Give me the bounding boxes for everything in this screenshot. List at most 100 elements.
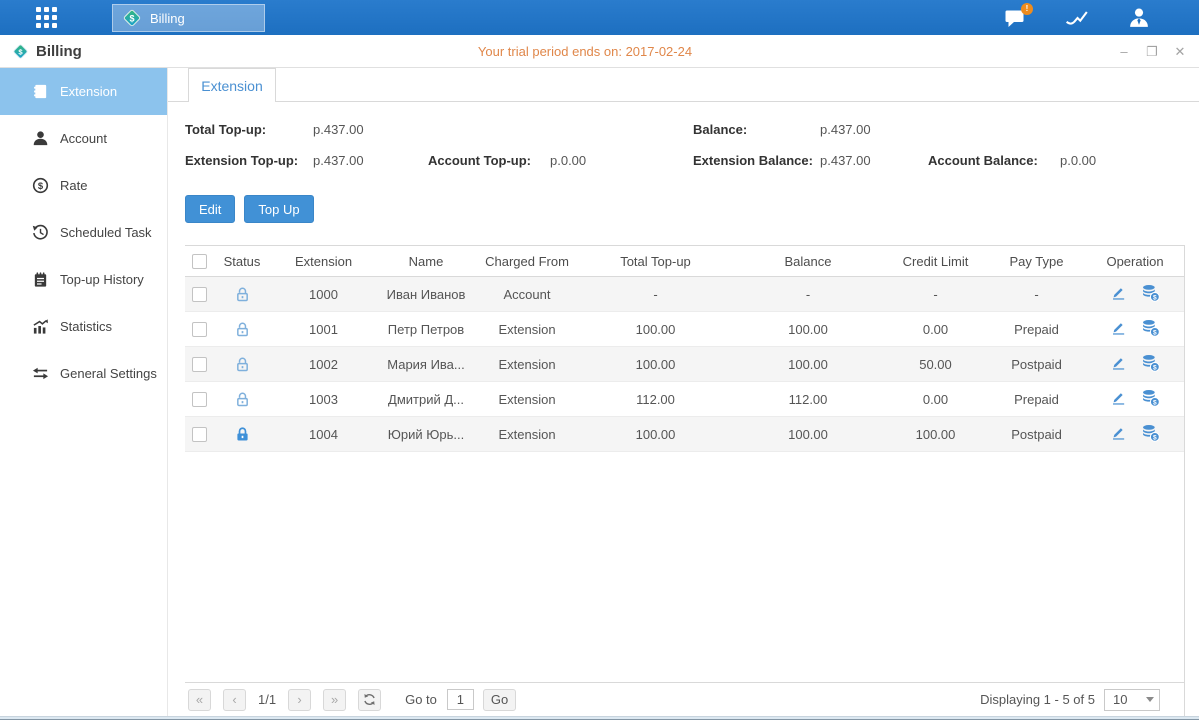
cell-charged-from: Extension [476, 427, 578, 442]
column-total-topup[interactable]: Total Top-up [578, 254, 733, 269]
cell-pay-type: Postpaid [988, 357, 1085, 372]
notepad-icon [31, 271, 49, 289]
row-checkbox[interactable] [192, 357, 207, 372]
row-checkbox[interactable] [192, 427, 207, 442]
go-button[interactable]: Go [483, 689, 516, 711]
billing-summary: Total Top-up: р.437.00 Balance: р.437.00… [168, 112, 1199, 192]
table-row[interactable]: 1001 Петр Петров Extension 100.00 100.00… [185, 312, 1184, 347]
minimize-icon[interactable]: – [1117, 45, 1131, 58]
svg-text:$: $ [1153, 364, 1157, 371]
topup-coins-icon[interactable]: $ [1141, 424, 1160, 442]
sidebar-item-extension[interactable]: Extension [0, 68, 167, 115]
maximize-icon[interactable]: ❐ [1145, 45, 1159, 58]
sidebar-item-topup-history[interactable]: Top-up History [0, 256, 167, 303]
notification-badge: ! [1021, 3, 1033, 15]
goto-page-input[interactable] [447, 689, 474, 710]
svg-text:$: $ [1153, 294, 1157, 301]
topbar-billing-tab[interactable]: $ Billing [112, 4, 265, 32]
action-buttons: Edit Top Up [185, 195, 314, 223]
sidebar-item-general-settings[interactable]: General Settings [0, 350, 167, 397]
refresh-button[interactable] [358, 689, 381, 711]
locked-icon [234, 426, 251, 443]
billing-diamond-icon: $ [122, 8, 142, 28]
column-credit-limit[interactable]: Credit Limit [883, 254, 988, 269]
topup-coins-icon[interactable]: $ [1141, 319, 1160, 337]
edit-button[interactable]: Edit [185, 195, 235, 223]
cell-credit-limit: 0.00 [883, 392, 988, 407]
page-size-select[interactable]: 10 [1104, 689, 1160, 711]
unlocked-icon [234, 356, 251, 373]
table-row[interactable]: 1004 Юрий Юрь... Extension 100.00 100.00… [185, 417, 1184, 452]
row-checkbox[interactable] [192, 322, 207, 337]
cell-pay-type: Prepaid [988, 392, 1085, 407]
edit-pencil-icon[interactable] [1110, 319, 1127, 336]
topup-coins-icon[interactable]: $ [1141, 389, 1160, 407]
sidebar-item-label: Rate [60, 178, 87, 193]
sidebar-item-label: Statistics [60, 319, 112, 334]
balance-label: Balance: [693, 122, 747, 137]
edit-pencil-icon[interactable] [1110, 284, 1127, 301]
close-icon[interactable]: ✕ [1173, 45, 1187, 58]
tab-extension[interactable]: Extension [188, 68, 276, 102]
column-name[interactable]: Name [376, 254, 476, 269]
column-status[interactable]: Status [213, 254, 271, 269]
sidebar-item-scheduled-task[interactable]: Scheduled Task [0, 209, 167, 256]
sidebar: Extension Account $ Rate Scheduled Task … [0, 68, 168, 716]
extension-balance-label: Extension Balance: [693, 153, 813, 168]
summary-row-2: Extension Top-up: р.437.00 Account Top-u… [168, 153, 1199, 171]
cell-credit-limit: 0.00 [883, 322, 988, 337]
select-all-checkbox[interactable] [192, 254, 207, 269]
svg-text:$: $ [1153, 329, 1157, 336]
cell-extension: 1003 [271, 392, 376, 407]
top-up-button[interactable]: Top Up [244, 195, 313, 223]
column-extension[interactable]: Extension [271, 254, 376, 269]
edit-pencil-icon[interactable] [1110, 389, 1127, 406]
row-checkbox[interactable] [192, 287, 207, 302]
column-charged-from[interactable]: Charged From [476, 254, 578, 269]
column-balance[interactable]: Balance [733, 254, 883, 269]
cell-pay-type: - [988, 287, 1085, 302]
user-icon[interactable] [1125, 5, 1153, 31]
topup-coins-icon[interactable]: $ [1141, 284, 1160, 302]
line-chart-icon[interactable] [1063, 5, 1091, 31]
last-page-button[interactable]: » [323, 689, 346, 711]
prev-page-button[interactable]: ‹ [223, 689, 246, 711]
row-checkbox[interactable] [192, 392, 207, 407]
column-pay-type[interactable]: Pay Type [988, 254, 1085, 269]
first-page-button[interactable]: « [188, 689, 211, 711]
sidebar-item-rate[interactable]: $ Rate [0, 162, 167, 209]
messages-icon[interactable]: ! [1001, 5, 1029, 31]
account-topup-label: Account Top-up: [428, 153, 531, 168]
svg-text:$: $ [1153, 399, 1157, 406]
sidebar-item-label: General Settings [60, 366, 157, 381]
topup-coins-icon[interactable]: $ [1141, 354, 1160, 372]
svg-text:$: $ [1153, 434, 1157, 441]
person-icon [31, 130, 49, 148]
extension-topup-value: р.437.00 [313, 153, 364, 168]
tab-strip: Extension [168, 68, 1199, 102]
next-page-button[interactable]: › [288, 689, 311, 711]
edit-pencil-icon[interactable] [1110, 354, 1127, 371]
table-row[interactable]: 1002 Мария Ива... Extension 100.00 100.0… [185, 347, 1184, 382]
cell-name: Дмитрий Д... [376, 392, 476, 407]
apps-grid-icon[interactable] [33, 5, 59, 31]
column-operation[interactable]: Operation [1085, 254, 1185, 269]
titlebar-app: $ Billing [12, 35, 82, 68]
trial-notice: Your trial period ends on: 2017-02-24 [330, 35, 840, 68]
sidebar-item-label: Top-up History [60, 272, 144, 287]
table-row[interactable]: 1000 Иван Иванов Account - - - - $ [185, 277, 1184, 312]
grid-empty-area [185, 452, 1184, 682]
edit-pencil-icon[interactable] [1110, 424, 1127, 441]
cell-balance: 100.00 [733, 427, 883, 442]
table-row[interactable]: 1003 Дмитрий Д... Extension 112.00 112.0… [185, 382, 1184, 417]
cell-extension: 1000 [271, 287, 376, 302]
sidebar-item-account[interactable]: Account [0, 115, 167, 162]
cell-charged-from: Extension [476, 322, 578, 337]
chevron-down-icon [1141, 690, 1159, 710]
history-clock-icon [31, 224, 49, 242]
extension-balance-value: р.437.00 [820, 153, 871, 168]
unlocked-icon [234, 391, 251, 408]
cell-total-topup: 100.00 [578, 357, 733, 372]
window-bottom-frame [0, 716, 1199, 720]
sidebar-item-statistics[interactable]: Statistics [0, 303, 167, 350]
